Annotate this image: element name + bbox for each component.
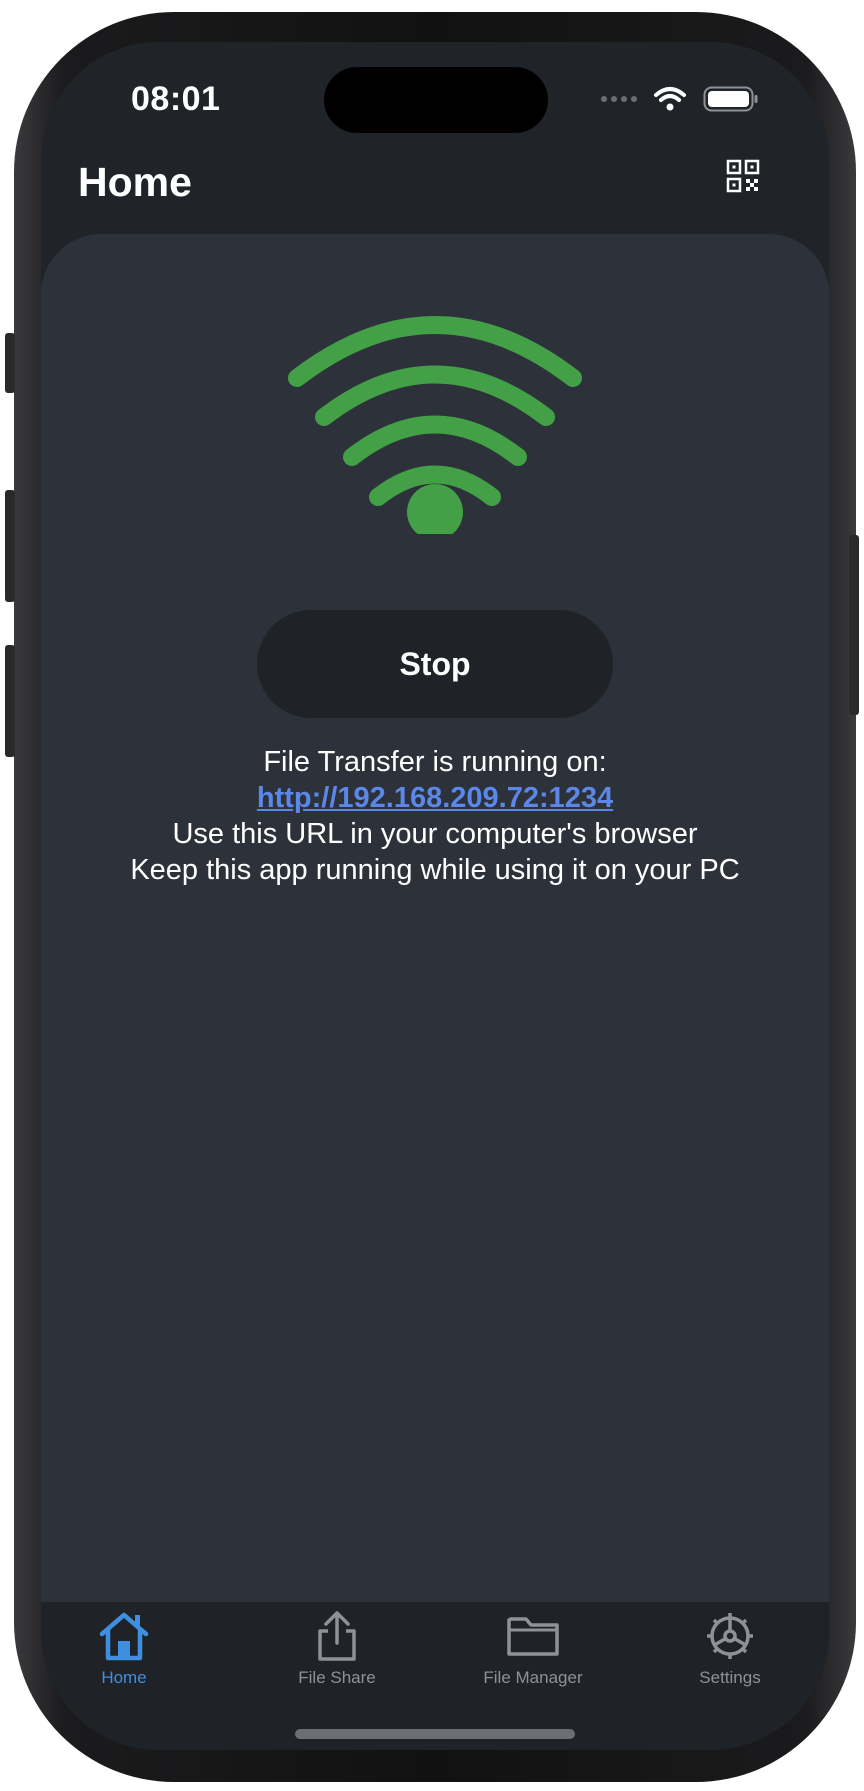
tab-settings-label: Settings — [699, 1668, 761, 1687]
power-button — [849, 535, 859, 715]
tab-file-share[interactable]: File Share — [257, 1610, 417, 1688]
battery-icon — [703, 86, 758, 112]
status-icons — [601, 86, 759, 112]
main-card: Stop File Transfer is running on: http:/… — [41, 234, 829, 1624]
home-indicator — [295, 1729, 575, 1739]
tab-file-manager[interactable]: File Manager — [453, 1610, 613, 1688]
wifi-icon — [654, 87, 686, 111]
qr-code-button[interactable] — [726, 159, 760, 193]
wifi-icon — [288, 316, 582, 534]
keep-running-hint-text: Keep this app running while using it on … — [130, 854, 740, 886]
server-url-link[interactable]: http://192.168.209.72:1234 — [257, 780, 613, 816]
action-button — [5, 333, 15, 393]
status-time: 08:01 — [131, 80, 221, 118]
running-status-text: File Transfer is running on: — [263, 746, 607, 778]
volume-down-button — [5, 645, 15, 757]
dynamic-island — [324, 67, 548, 133]
tab-settings[interactable]: Settings — [650, 1610, 810, 1688]
tab-home-label: Home — [101, 1668, 147, 1687]
home-icon — [99, 1612, 149, 1661]
tab-bar: Home File Share File Manager Settings — [41, 1602, 829, 1750]
volume-up-button — [5, 490, 15, 602]
qr-code-icon — [726, 159, 760, 193]
cellular-signal-icon — [601, 96, 637, 102]
share-icon — [318, 1611, 356, 1661]
gear-icon — [707, 1613, 753, 1659]
tab-file-manager-label: File Manager — [483, 1668, 583, 1687]
stop-button[interactable]: Stop — [257, 610, 613, 718]
tab-home[interactable]: Home — [44, 1610, 204, 1688]
browser-hint-text: Use this URL in your computer's browser — [172, 818, 698, 850]
page-title: Home — [78, 159, 192, 205]
folder-icon — [507, 1617, 559, 1656]
tab-file-share-label: File Share — [298, 1668, 376, 1687]
server-info: File Transfer is running on: http://192.… — [41, 744, 829, 888]
app-screen: 08:01 Home Stop File Transfer is running… — [41, 42, 829, 1750]
